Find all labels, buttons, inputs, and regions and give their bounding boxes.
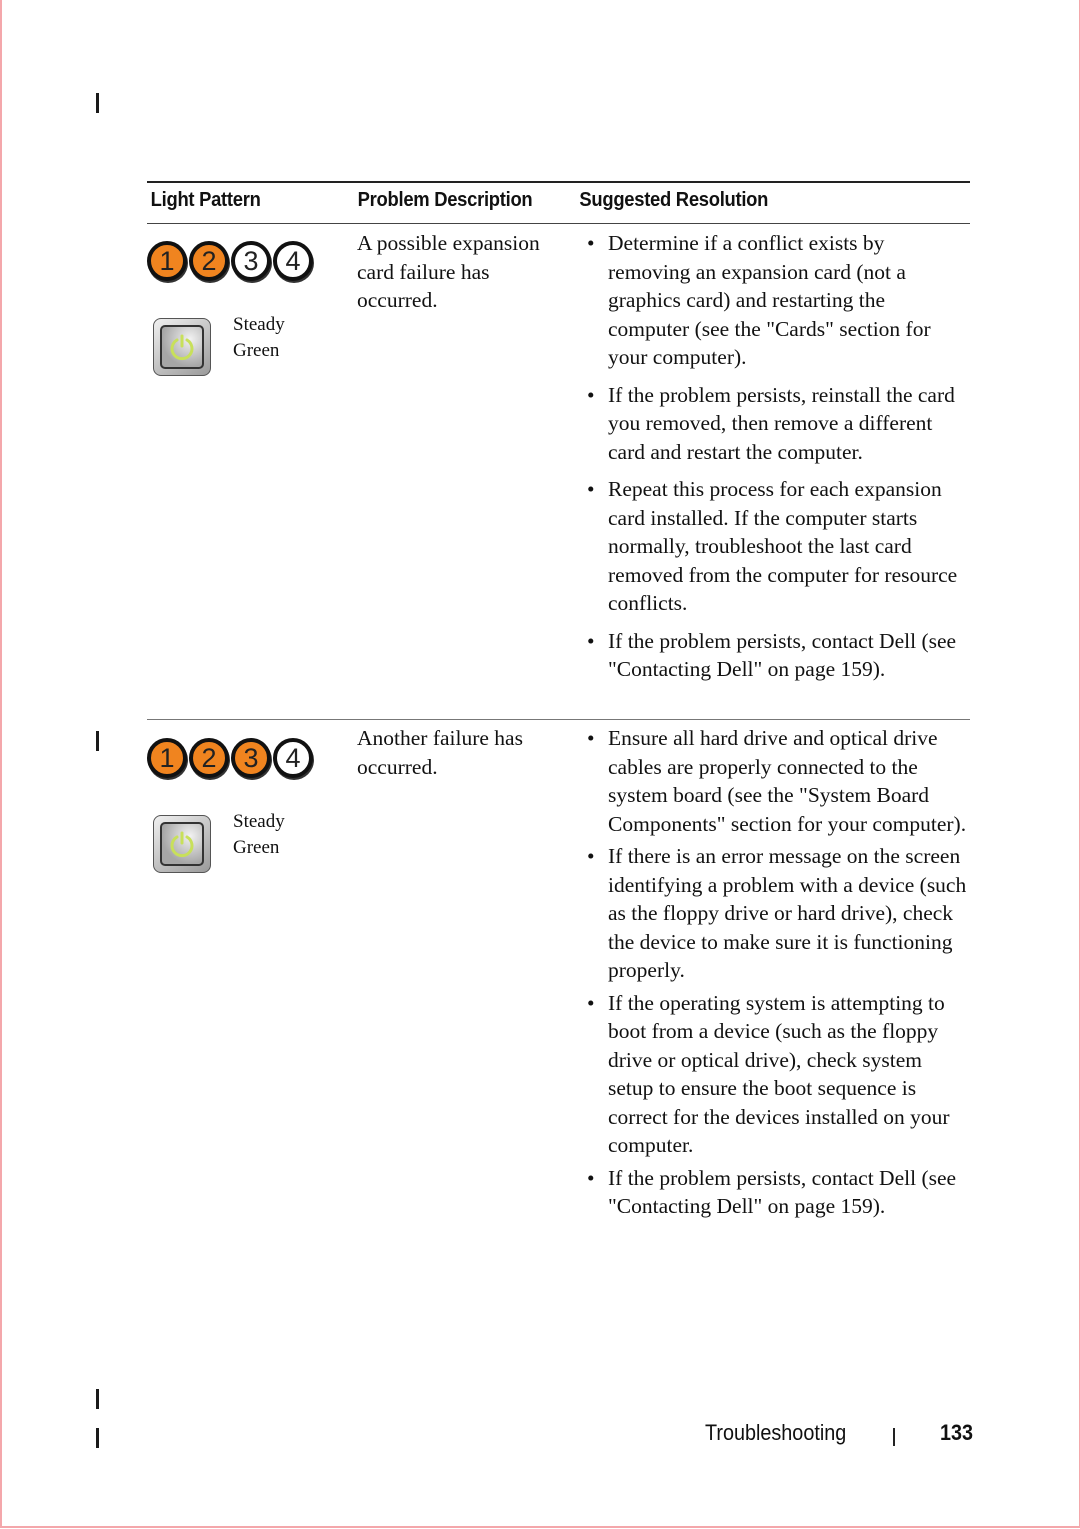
table-row: 1 2 3 4 Steady Green Another failure has…: [147, 720, 970, 1260]
resolution-item: • Repeat this process for each expansion …: [587, 477, 958, 615]
light-pattern-table: Light Pattern Problem Description Sugges…: [147, 181, 970, 1260]
power-button-light: [153, 318, 211, 376]
bullet-icon: •: [587, 990, 595, 1015]
bullet-icon: •: [587, 726, 595, 750]
led-4: 4: [273, 241, 313, 281]
resolution-item: • Determine if a conflict exists by remov…: [587, 231, 931, 369]
resolution-item: • If the problem persists, reinstall the …: [587, 382, 955, 464]
bullet-icon: •: [587, 382, 595, 407]
resolution-item: • Ensure all hard drive and optical drive…: [587, 726, 967, 836]
power-button-light: [153, 815, 211, 873]
power-light-state: Steady Green: [233, 811, 285, 858]
bullet-icon: •: [587, 231, 595, 255]
header-light-pattern: Light Pattern: [150, 189, 261, 211]
led-2: 2: [189, 738, 229, 778]
table-row: 1 2 3 4 Steady Green A possible expansio…: [147, 224, 970, 719]
resolution-item: • If the problem persists, contact Dell (…: [587, 628, 957, 682]
header-suggested-resolution: Suggested Resolution: [579, 189, 769, 211]
power-icon: [170, 831, 194, 858]
change-bar: [96, 1389, 99, 1409]
resolution-item: • If the problem persists, contact Dell (…: [587, 1165, 957, 1219]
power-light-state: Steady Green: [233, 314, 285, 361]
resolution-item: • If the operating system is attempting t…: [587, 990, 950, 1158]
footer-section-title: Troubleshooting: [705, 1420, 847, 1445]
led-3: 3: [231, 738, 271, 778]
led-3: 3: [231, 241, 271, 281]
suggested-resolution: • Determine if a conflict exists by remov…: [579, 224, 970, 684]
footer-separator: [893, 1428, 895, 1446]
problem-description: A possible expansion card failure has oc…: [357, 231, 540, 312]
resolution-item: • If there is an error message on the scr…: [587, 844, 967, 982]
bullet-icon: •: [587, 844, 595, 868]
led-4: 4: [273, 738, 313, 778]
suggested-resolution: • Ensure all hard drive and optical drive…: [579, 720, 970, 1221]
change-bar: [96, 93, 99, 113]
change-bar: [96, 731, 99, 751]
header-problem-description: Problem Description: [357, 189, 533, 211]
led-1: 1: [147, 738, 187, 778]
bullet-icon: •: [587, 1165, 595, 1190]
table-header: Light Pattern Problem Description Sugges…: [147, 183, 904, 223]
led-1: 1: [147, 241, 187, 281]
diagnostic-leds: 1 2 3 4: [147, 738, 313, 778]
bullet-icon: •: [587, 477, 595, 501]
change-bar: [96, 1428, 99, 1448]
bullet-icon: •: [587, 628, 595, 653]
diagnostic-leds: 1 2 3 4: [147, 241, 313, 281]
power-icon: [170, 334, 194, 361]
led-2: 2: [189, 241, 229, 281]
page-number: 133: [940, 1420, 974, 1445]
problem-description: Another failure has occurred.: [357, 726, 523, 779]
